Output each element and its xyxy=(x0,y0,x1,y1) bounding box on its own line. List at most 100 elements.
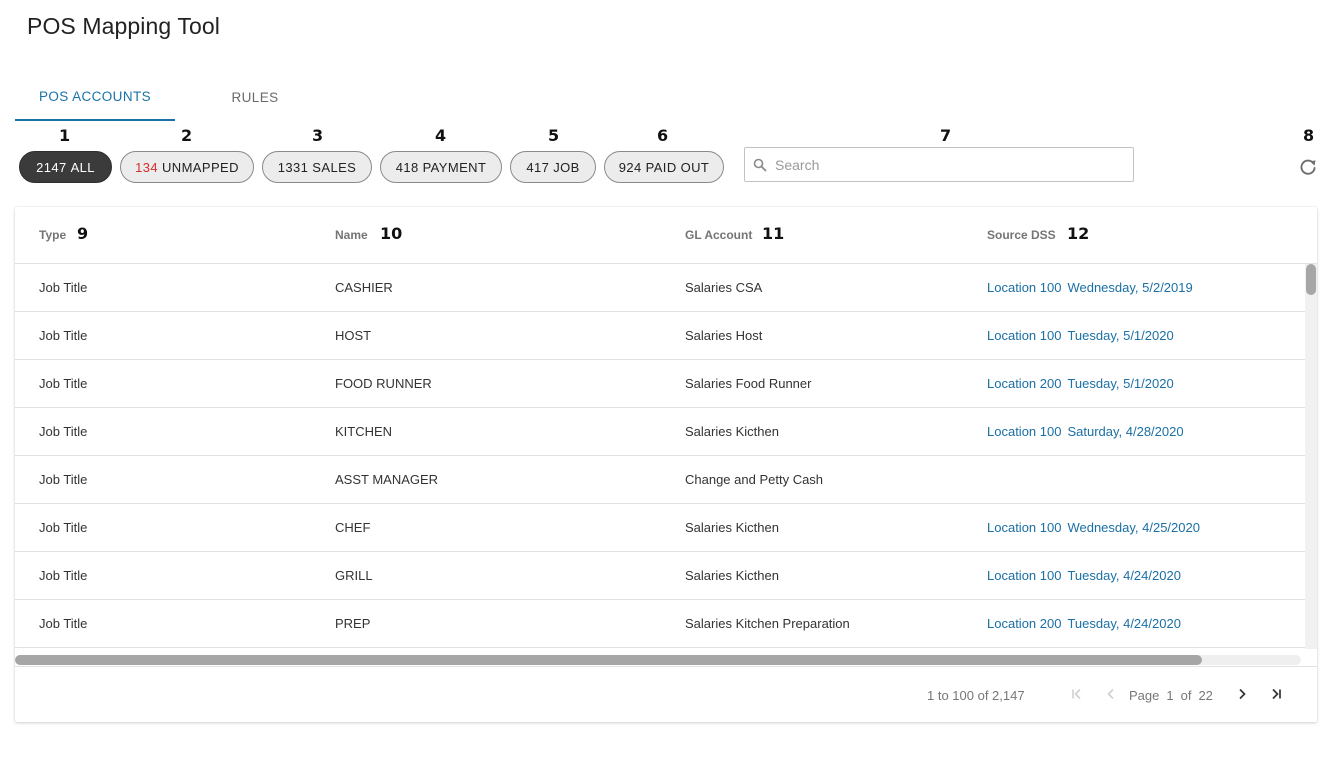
table-row[interactable]: Job Title CHEF Salaries Kicthen Location… xyxy=(15,504,1305,552)
vertical-scroll-thumb[interactable] xyxy=(1306,264,1316,295)
annotation-10: 10 xyxy=(380,224,403,243)
cell-name: KITCHEN xyxy=(335,424,393,439)
cell-type: Job Title xyxy=(39,424,88,439)
annotation-6: 6 xyxy=(657,126,669,145)
table-row[interactable]: Job Title PREP Salaries Kitchen Preparat… xyxy=(15,600,1305,648)
cell-source-dss: Location 200 Tuesday, 4/24/2020 xyxy=(987,616,1181,631)
source-location-link[interactable]: Location 100 xyxy=(987,280,1061,295)
chip-label: PAID OUT xyxy=(645,159,710,175)
annotation-4: 4 xyxy=(435,126,447,145)
chip-label: UNMAPPED xyxy=(162,159,239,175)
cell-gl-account: Salaries Kicthen xyxy=(685,520,779,535)
cell-gl-account: Salaries Kicthen xyxy=(685,424,779,439)
horizontal-scrollbar[interactable] xyxy=(15,655,1301,665)
cell-name: CHEF xyxy=(335,520,371,535)
cell-gl-account: Salaries Kitchen Preparation xyxy=(685,616,850,631)
source-location-link[interactable]: Location 100 xyxy=(987,520,1061,535)
source-location-link[interactable]: Location 100 xyxy=(987,328,1061,343)
cell-source-dss: Location 200 Tuesday, 5/1/2020 xyxy=(987,376,1174,391)
chip-count: 418 xyxy=(395,159,419,175)
source-date-link[interactable]: Tuesday, 4/24/2020 xyxy=(1067,568,1180,583)
source-date-link[interactable]: Wednesday, 4/25/2020 xyxy=(1067,520,1200,535)
refresh-icon[interactable] xyxy=(1298,157,1318,177)
tab-rules[interactable]: RULES xyxy=(175,74,335,121)
tab-pos-accounts[interactable]: POS ACCOUNTS xyxy=(15,74,175,121)
cell-name: CASHIER xyxy=(335,280,393,295)
cell-source-dss xyxy=(987,472,993,487)
vertical-scrollbar[interactable] xyxy=(1305,264,1317,649)
table-row[interactable]: Job Title ASST MANAGER Change and Petty … xyxy=(15,456,1305,504)
grid-header: Type 9 Name 10 GL Account 11 Source DSS … xyxy=(15,207,1317,264)
cell-name: ASST MANAGER xyxy=(335,472,439,487)
cell-gl-account: Change and Petty Cash xyxy=(685,472,824,487)
chip-count: 1331 xyxy=(277,159,309,175)
table-row[interactable]: Job Title CASHIER Salaries CSA Location … xyxy=(15,264,1305,312)
source-date-link[interactable]: Tuesday, 4/24/2020 xyxy=(1067,616,1180,631)
annotation-5: 5 xyxy=(548,126,560,145)
page-indicator: Page 1 of 22 xyxy=(1129,688,1220,703)
annotation-3: 3 xyxy=(312,126,324,145)
annotation-12: 12 xyxy=(1067,224,1090,243)
cell-source-dss: Location 100 Saturday, 4/28/2020 xyxy=(987,424,1184,439)
last-page-icon[interactable] xyxy=(1267,685,1285,703)
previous-page-icon[interactable] xyxy=(1102,685,1120,703)
column-header-source-dss[interactable]: Source DSS xyxy=(987,228,1056,242)
filter-chip-sales[interactable]: 1331 SALES xyxy=(262,151,372,183)
source-location-link[interactable]: Location 200 xyxy=(987,376,1061,391)
cell-type: Job Title xyxy=(39,328,88,343)
source-location-link[interactable]: Location 100 xyxy=(987,424,1061,439)
first-page-icon[interactable] xyxy=(1068,685,1086,703)
filter-chip-unmapped[interactable]: 134 UNMAPPED xyxy=(120,151,254,183)
annotation-2: 2 xyxy=(181,126,193,145)
source-date-link[interactable]: Tuesday, 5/1/2020 xyxy=(1067,376,1173,391)
cell-source-dss: Location 100 Wednesday, 5/2/2019 xyxy=(987,280,1193,295)
chip-count: 417 xyxy=(526,159,550,175)
table-row[interactable]: Job Title FOOD RUNNER Salaries Food Runn… xyxy=(15,360,1305,408)
annotation-7: 7 xyxy=(940,126,952,145)
chip-label: JOB xyxy=(553,159,580,175)
tab-bar: POS ACCOUNTS RULES xyxy=(15,74,335,121)
cell-name: HOST xyxy=(335,328,372,343)
filter-chip-all[interactable]: 2147 ALL xyxy=(19,151,112,183)
cell-gl-account: Salaries CSA xyxy=(685,280,763,295)
cell-type: Job Title xyxy=(39,568,88,583)
filter-chip-payment[interactable]: 418 PAYMENT xyxy=(380,151,502,183)
table-row[interactable]: Job Title GRILL Salaries Kicthen Locatio… xyxy=(15,552,1305,600)
page-title: POS Mapping Tool xyxy=(27,13,220,39)
source-location-link[interactable]: Location 100 xyxy=(987,568,1061,583)
column-header-gl-account[interactable]: GL Account xyxy=(685,228,752,242)
cell-type: Job Title xyxy=(39,616,88,631)
annotation-9: 9 xyxy=(77,224,89,243)
table-row[interactable]: Job Title HOST Salaries Host Location 10… xyxy=(15,312,1305,360)
pagination-bar: 1 to 100 of 2,147 Page 1 of 22 xyxy=(15,666,1317,722)
filter-chip-paid-out[interactable]: 924 PAID OUT xyxy=(604,151,724,183)
column-header-name[interactable]: Name xyxy=(335,228,368,242)
page-word: Page xyxy=(1129,688,1160,703)
horizontal-scroll-thumb[interactable] xyxy=(15,655,1202,665)
cell-name: FOOD RUNNER xyxy=(335,376,432,391)
table-row[interactable]: Job Title KITCHEN Salaries Kicthen Locat… xyxy=(15,408,1305,456)
column-header-type[interactable]: Type xyxy=(39,228,66,242)
cell-gl-account: Salaries Food Runner xyxy=(685,376,812,391)
next-page-icon[interactable] xyxy=(1233,685,1251,703)
cell-name: PREP xyxy=(335,616,371,631)
total-pages: 22 xyxy=(1198,688,1213,703)
current-page: 1 xyxy=(1166,688,1174,703)
cell-source-dss: Location 100 Tuesday, 5/1/2020 xyxy=(987,328,1174,343)
cell-type: Job Title xyxy=(39,472,88,487)
source-location-link[interactable]: Location 200 xyxy=(987,616,1061,631)
of-word: of xyxy=(1180,688,1192,703)
source-date-link[interactable]: Wednesday, 5/2/2019 xyxy=(1067,280,1192,295)
source-date-link[interactable]: Tuesday, 5/1/2020 xyxy=(1067,328,1173,343)
search-input[interactable] xyxy=(775,156,1115,173)
source-date-link[interactable]: Saturday, 4/28/2020 xyxy=(1067,424,1183,439)
chip-label: ALL xyxy=(70,159,95,175)
chip-count: 2147 xyxy=(36,159,67,175)
chip-label: PAYMENT xyxy=(422,159,487,175)
cell-name: GRILL xyxy=(335,568,373,583)
grid-body: Job Title CASHIER Salaries CSA Location … xyxy=(15,264,1305,649)
filter-chip-job[interactable]: 417 JOB xyxy=(510,151,596,183)
search-icon xyxy=(753,158,767,171)
row-range-summary: 1 to 100 of 2,147 xyxy=(927,688,1025,703)
search-box[interactable] xyxy=(744,147,1134,182)
